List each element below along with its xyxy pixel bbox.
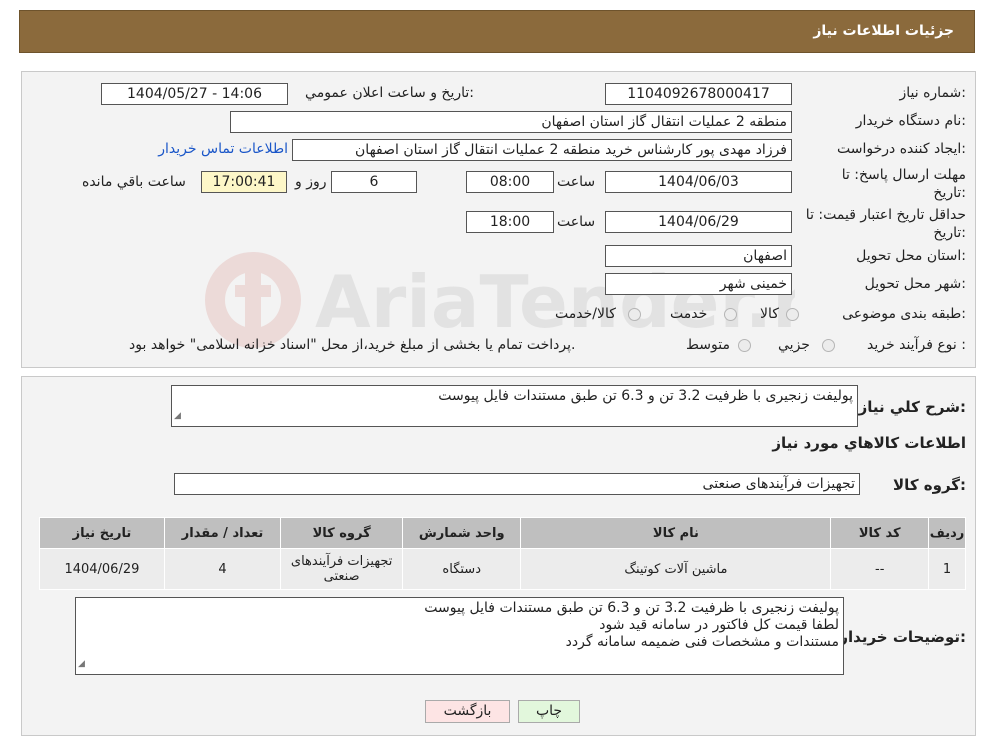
process-label: نوع فرآیند خرید : [867,337,966,353]
group-field: تجهیزات فرآیندهای صنعتی [174,473,860,495]
col-code-header: کد کالا [830,517,930,549]
remaining-label: ساعت باقي مانده [82,174,186,190]
cell-unit: دستگاه [401,548,522,590]
category-service-label: خدمت [670,306,708,322]
buyer-contact-link[interactable]: اطلاعات تماس خریدار [158,141,288,157]
price-time-field: 18:00 [466,211,554,233]
buyer-org-label: نام دستگاه خریدار: [855,113,966,129]
cell-group: تجهیزات فرآیندهای صنعتی [280,548,403,590]
category-service-radio[interactable] [724,308,737,321]
reply-time-label: ساعت [557,174,596,190]
items-table: ردیف کد کالا نام کالا واحد شمارش گروه کا… [39,517,966,590]
city-field: خمینی شهر [605,273,792,295]
group-label: گروه کالا: [893,476,966,494]
reply-date-field: 1404/06/03 [605,171,792,193]
page-title: جزئیات اطلاعات نیاز [813,23,954,39]
cell-row: 1 [928,548,966,590]
summary-label: شرح کلي نیاز: [858,398,966,416]
category-goods-radio[interactable] [786,308,799,321]
days-label: روز و [295,174,327,190]
category-label: طبقه بندی موضوعی: [842,306,966,322]
category-goods-service-label: کالا/خدمت [555,306,616,322]
reply-deadline-label: مهلت ارسال پاسخ: تا تاریخ: [841,167,966,201]
table-row: 1 -- ماشین آلات کوتینگ دستگاه تجهیزات فر… [39,548,966,590]
process-note: پرداخت تمام یا بخشی از مبلغ خرید،از محل … [129,337,576,353]
col-unit-header: واحد شمارش [401,517,522,549]
price-date-field: 1404/06/29 [605,211,792,233]
announce-datetime-field: 1404/05/27 - 14:06 [101,83,288,105]
buyer-notes-line: مستندات و مشخصات فنی ضمیمه سامانه گردد [565,634,839,650]
process-minor-radio[interactable] [822,339,835,352]
category-goods-label: کالا [760,306,779,322]
days-field: 6 [331,171,417,193]
buyer-notes-label: توضیحات خریدار: [839,628,966,646]
summary-text: پولیفت زنجیری با ظرفیت 3.2 تن و 6.3 تن ط… [438,388,853,404]
table-header-row: ردیف کد کالا نام کالا واحد شمارش گروه کا… [39,517,966,549]
buyer-notes-line: پولیفت زنجیری با ظرفیت 3.2 تن و 6.3 تن ط… [424,600,839,616]
col-row-header: ردیف [928,517,966,549]
col-qty-header: تعداد / مقدار [163,517,282,549]
province-field: اصفهان [605,245,792,267]
items-heading: اطلاعات کالاهاي مورد نیاز [772,434,966,452]
col-date-header: تاریخ نیاز [39,517,165,549]
category-goods-service-radio[interactable] [628,308,641,321]
announce-label: تاریخ و ساعت اعلان عمومي: [305,85,474,101]
col-name-header: نام کالا [520,517,832,549]
need-number-field: 1104092678000417 [605,83,792,105]
province-label: استان محل تحویل: [856,248,966,264]
cell-code: -- [830,548,930,590]
process-medium-label: متوسط [686,337,730,353]
buyer-notes-line: لطفا قیمت کل فاکتور در سامانه قید شود [599,617,839,633]
price-time-label: ساعت [557,214,596,230]
page-header: جزئیات اطلاعات نیاز [19,10,975,53]
remaining-time-field: 17:00:41 [201,171,287,193]
cell-name: ماشین آلات کوتینگ [520,548,832,590]
back-button[interactable]: بازگشت [425,700,510,723]
need-number-label: شماره نیاز: [899,85,966,101]
creator-label: ایجاد کننده درخواست: [837,141,966,157]
creator-field: فرزاد مهدی پور کارشناس خرید منطقه 2 عملی… [292,139,792,161]
buyer-org-field: منطقه 2 عملیات انتقال گاز استان اصفهان [230,111,792,133]
resize-grip-icon[interactable]: ◢ [78,656,85,673]
city-label: شهر محل تحویل: [864,276,966,292]
cell-qty: 4 [163,548,282,590]
buyer-notes-textarea[interactable]: پولیفت زنجیری با ظرفیت 3.2 تن و 6.3 تن ط… [75,597,844,675]
process-medium-radio[interactable] [738,339,751,352]
cell-date: 1404/06/29 [39,548,165,590]
summary-textarea[interactable]: پولیفت زنجیری با ظرفیت 3.2 تن و 6.3 تن ط… [171,385,858,427]
col-group-header: گروه کالا [280,517,403,549]
resize-grip-icon[interactable]: ◢ [174,408,181,425]
print-button[interactable]: چاپ [518,700,580,723]
process-minor-label: جزیي [778,337,810,353]
price-validity-label: حداقل تاریخ اعتبار قیمت: تا تاریخ: [805,207,966,241]
reply-time-field: 08:00 [466,171,554,193]
